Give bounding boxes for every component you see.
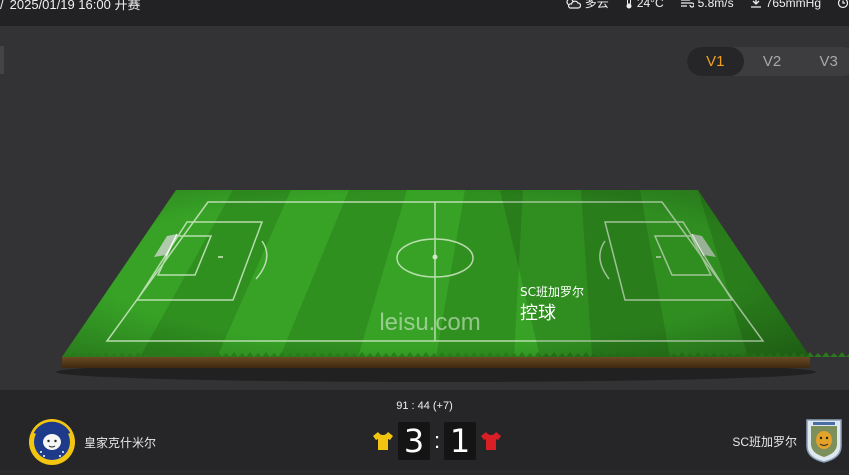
away-team[interactable]: SC班加罗尔: [732, 418, 843, 464]
away-score: 1: [444, 422, 476, 460]
possession-zone: [500, 190, 810, 357]
home-team[interactable]: 皇家克什米尔: [28, 418, 156, 466]
possession-status-label: 控球: [520, 303, 556, 324]
score-separator: :: [433, 428, 441, 453]
watermark: leisu.com: [379, 309, 480, 336]
possession-team-label: SC班加罗尔: [520, 284, 584, 299]
match-clock: 91 : 44 (+7): [396, 400, 453, 412]
away-team-logo: [806, 419, 842, 463]
home-team-name: 皇家克什米尔: [84, 435, 157, 450]
scoreboard: 3 : 1: [368, 422, 506, 460]
center-spot: [432, 254, 438, 260]
home-team-logo: [29, 419, 75, 465]
pitch-soil-edge: [62, 357, 810, 368]
home-score: 3: [398, 422, 430, 460]
home-shirt-icon: [373, 432, 393, 450]
away-shirt-icon: [481, 432, 501, 450]
away-team-name: SC班加罗尔: [732, 434, 797, 449]
